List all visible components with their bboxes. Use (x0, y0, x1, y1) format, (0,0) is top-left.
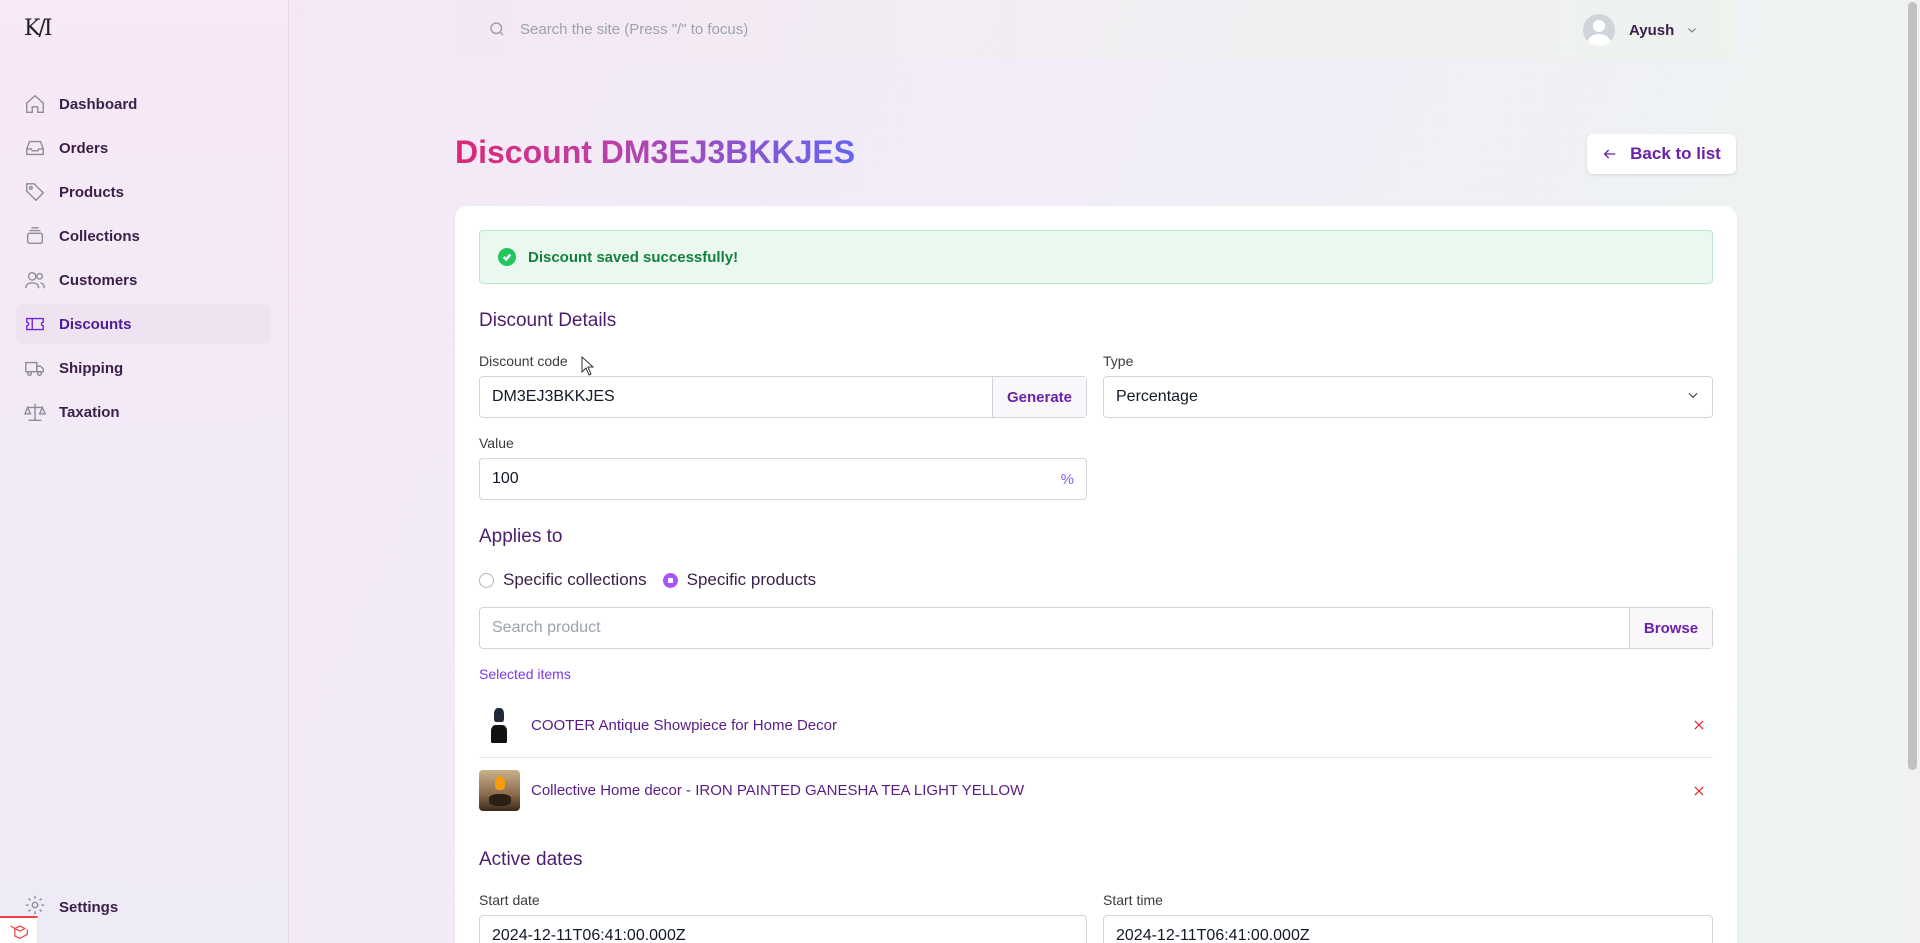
product-thumbnail (479, 770, 520, 811)
site-search[interactable]: Search the site (Press "/" to focus) (488, 20, 748, 38)
sidebar-item-customers[interactable]: Customers (16, 260, 271, 300)
remove-item-button[interactable] (1689, 715, 1709, 735)
discount-code-label: Discount code (479, 353, 568, 369)
discount-details-title: Discount Details (479, 310, 617, 331)
chevron-down-icon (1688, 28, 1697, 33)
sidebar-item-label: Shipping (59, 359, 124, 377)
percent-suffix: % (1060, 470, 1074, 488)
back-to-list-label: Back to list (1630, 144, 1721, 163)
truck-icon (24, 357, 46, 379)
start-time-label: Start time (1103, 892, 1163, 908)
arrow-left-icon (1603, 149, 1616, 159)
start-time-input[interactable]: 2024-12-11T06:41:00.000Z (1104, 927, 1712, 943)
laravel-icon (9, 924, 28, 939)
discount-code-field: DM3EJ3BKKJES Generate (479, 376, 1087, 418)
sidebar: K/I Dashboard Orders Products Collection… (0, 0, 289, 943)
page-scrollbar[interactable] (1905, 0, 1920, 943)
sidebar-item-discounts[interactable]: Discounts (16, 304, 271, 344)
start-date-label: Start date (479, 892, 540, 908)
applies-to-title: Applies to (479, 526, 563, 547)
discount-form-card: Discount saved successfully! Discount De… (455, 206, 1737, 943)
alert-message: Discount saved successfully! (528, 248, 739, 266)
sidebar-item-label: Discounts (59, 315, 132, 333)
start-date-field[interactable]: 2024-12-11T06:41:00.000Z (479, 915, 1087, 943)
sidebar-item-label: Taxation (59, 403, 120, 421)
sidebar-item-shipping[interactable]: Shipping (16, 348, 271, 388)
success-alert: Discount saved successfully! (479, 230, 1713, 284)
remove-item-button[interactable] (1689, 781, 1709, 801)
browse-button[interactable]: Browse (1629, 608, 1712, 648)
value-input[interactable]: 100 (480, 470, 1061, 488)
top-bar: Search the site (Press "/" to focus) Ayu… (455, 0, 1737, 60)
value-label: Value (479, 435, 514, 451)
tag-icon (24, 181, 46, 203)
inbox-icon (24, 137, 46, 159)
option-label: Specific collections (503, 570, 647, 589)
user-menu[interactable]: Ayush (1583, 14, 1698, 46)
start-date-input[interactable]: 2024-12-11T06:41:00.000Z (480, 927, 1086, 943)
page-title: Discount DM3EJ3BKKJES (455, 134, 856, 170)
type-select-value: Percentage (1116, 388, 1198, 405)
sidebar-item-settings[interactable]: Settings (24, 894, 118, 920)
sidebar-item-label: Dashboard (59, 95, 138, 113)
option-specific-collections[interactable]: Specific collections (479, 570, 647, 590)
generate-button[interactable]: Generate (992, 377, 1086, 417)
selected-items-title: Selected items (479, 666, 571, 682)
close-icon (1694, 720, 1704, 730)
discount-code-input[interactable]: DM3EJ3BKKJES (480, 388, 992, 406)
sidebar-item-label: Settings (59, 898, 119, 916)
product-name[interactable]: Collective Home decor - IRON PAINTED GAN… (531, 782, 1689, 799)
scale-icon (24, 401, 46, 423)
type-label: Type (1103, 353, 1134, 369)
sidebar-item-label: Products (59, 183, 125, 201)
chevron-down-icon (1686, 388, 1712, 407)
sidebar-item-label: Collections (59, 227, 140, 245)
sidebar-item-taxation[interactable]: Taxation (16, 392, 271, 432)
radio-specific-collections[interactable] (479, 572, 494, 588)
list-item: COOTER Antique Showpiece for Home Decor (479, 693, 1713, 758)
debug-toolbar-badge[interactable] (0, 916, 38, 943)
avatar (1583, 14, 1615, 46)
product-thumbnail (479, 704, 520, 746)
ticket-icon (24, 313, 46, 335)
value-field[interactable]: 100 % (479, 458, 1087, 500)
option-specific-products[interactable]: Specific products (662, 570, 817, 590)
start-time-field[interactable]: 2024-12-11T06:41:00.000Z (1103, 915, 1713, 943)
sidebar-nav: Dashboard Orders Products Collections Cu… (16, 84, 271, 436)
scrollbar-thumb[interactable] (1908, 2, 1917, 770)
home-icon (24, 93, 46, 115)
sidebar-item-orders[interactable]: Orders (16, 128, 271, 168)
sidebar-item-dashboard[interactable]: Dashboard (16, 84, 271, 124)
sidebar-item-products[interactable]: Products (16, 172, 271, 212)
applies-to-options: Specific collections Specific products (479, 570, 832, 590)
product-search-field: Search product Browse (479, 607, 1713, 649)
sidebar-item-collections[interactable]: Collections (16, 216, 271, 256)
sidebar-item-label: Orders (59, 139, 109, 157)
stack-icon (24, 225, 46, 247)
option-label: Specific products (686, 570, 817, 589)
users-icon (24, 269, 46, 291)
type-select[interactable]: Percentage (1103, 376, 1713, 418)
close-icon (1694, 786, 1704, 795)
sidebar-item-label: Customers (59, 271, 138, 289)
product-name[interactable]: COOTER Antique Showpiece for Home Decor (531, 717, 1689, 734)
app-logo[interactable]: K/I (24, 16, 53, 41)
site-search-placeholder: Search the site (Press "/" to focus) (520, 20, 749, 38)
search-icon (490, 22, 504, 36)
radio-specific-products[interactable] (662, 572, 678, 588)
product-search-input[interactable]: Search product (480, 619, 1629, 637)
user-name: Ayush (1629, 21, 1675, 39)
active-dates-title: Active dates (479, 849, 583, 870)
check-circle-icon (498, 248, 516, 266)
back-to-list-button[interactable]: Back to list (1587, 134, 1736, 174)
list-item: Collective Home decor - IRON PAINTED GAN… (479, 758, 1713, 823)
